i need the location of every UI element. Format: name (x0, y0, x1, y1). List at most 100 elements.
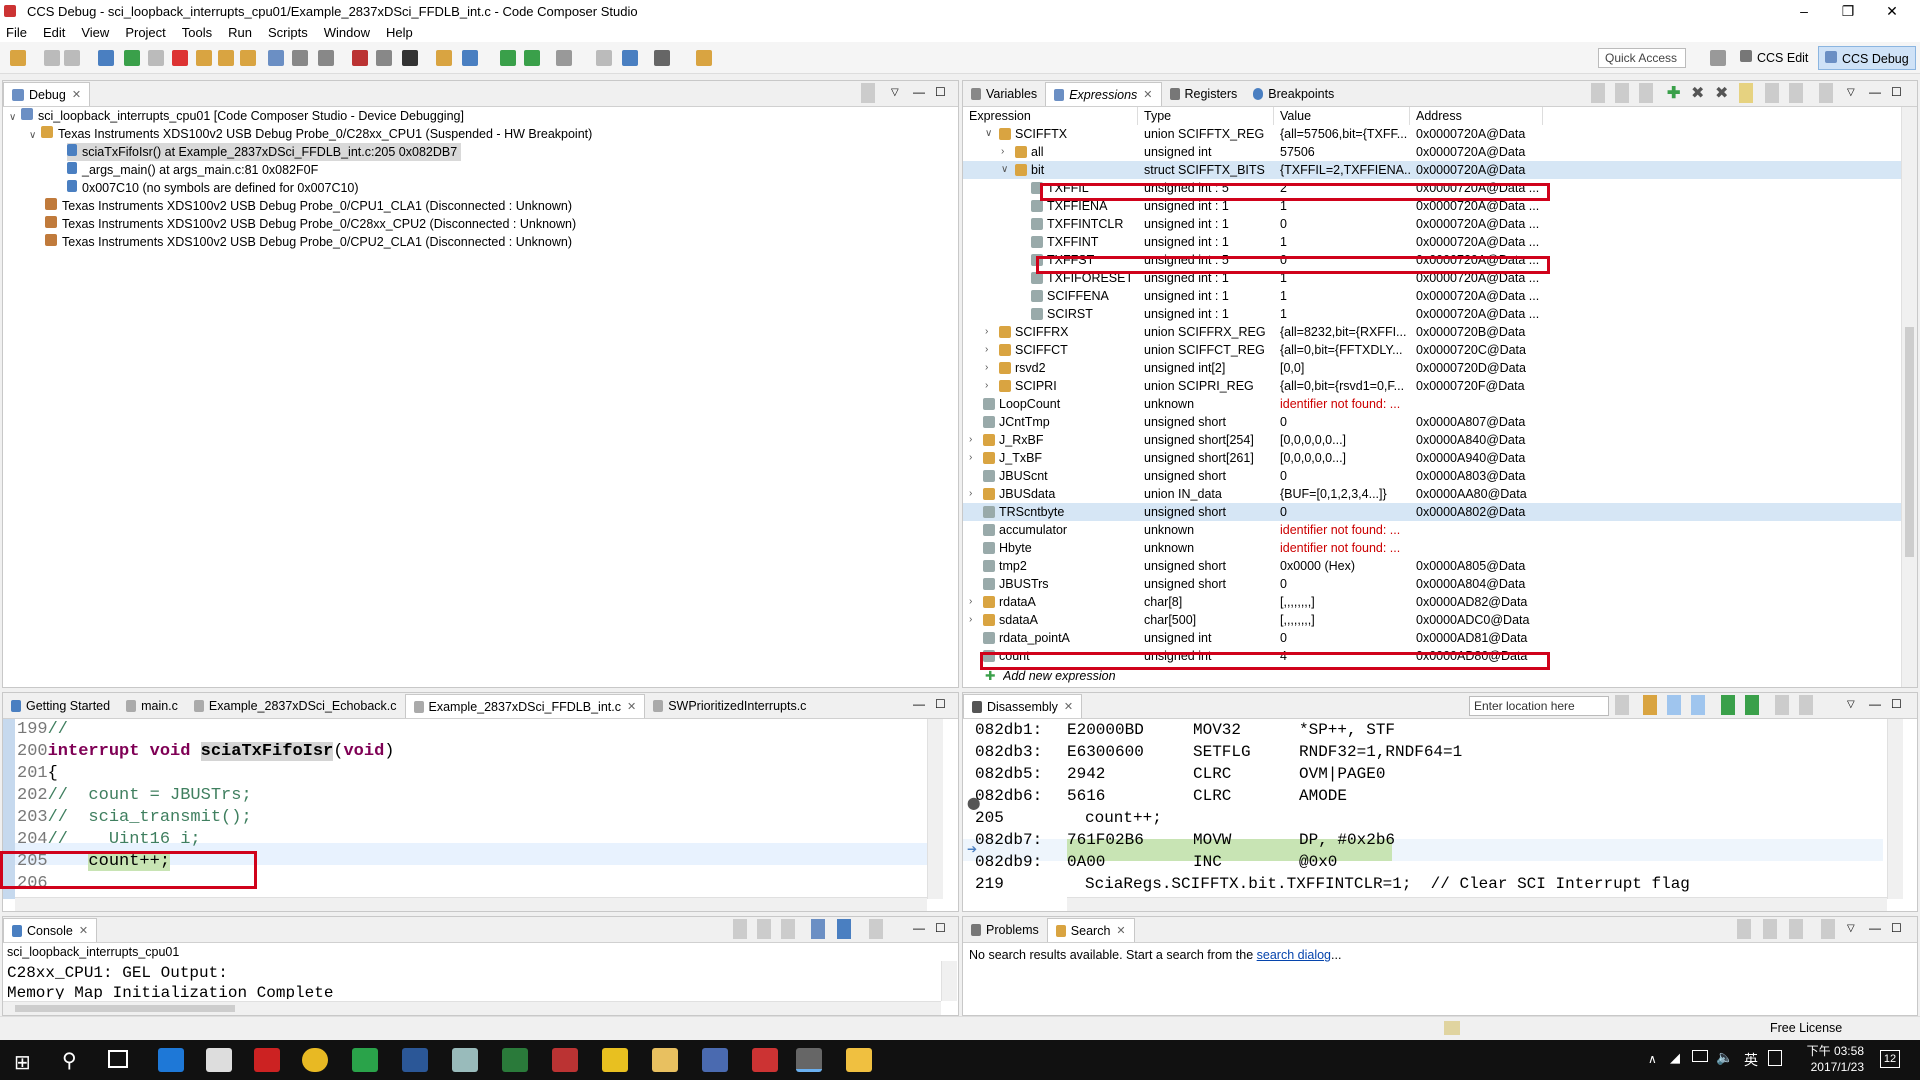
app-icon[interactable] (552, 1048, 578, 1072)
step-icon[interactable] (1721, 695, 1735, 715)
chevron-right-icon[interactable]: › (985, 341, 997, 359)
app-icon[interactable] (752, 1048, 778, 1072)
perspective-ccs-edit[interactable]: CCS Edit (1740, 48, 1808, 68)
open-console-icon[interactable] (869, 919, 883, 939)
save-icon[interactable] (44, 50, 60, 66)
console-output[interactable]: C28xx_CPU1: GEL Output: Memory Map Initi… (7, 963, 943, 999)
menu-view[interactable]: View (81, 25, 109, 40)
close-icon[interactable]: ✕ (1064, 700, 1073, 713)
location-input[interactable]: Enter location here (1469, 696, 1609, 716)
tab-variables[interactable]: Variables (963, 82, 1045, 106)
cancel-search-icon[interactable] (1763, 919, 1777, 939)
remove-breakpoints-icon[interactable] (376, 50, 392, 66)
column-header-type[interactable]: Type (1138, 107, 1274, 125)
view-menu-icon[interactable]: ▽ (1847, 699, 1861, 719)
close-button[interactable]: ✕ (1872, 0, 1912, 22)
chevron-right-icon[interactable]: › (985, 359, 997, 377)
disassembly-hscrollbar[interactable] (1067, 897, 1887, 911)
chevron-down-icon[interactable]: ∨ (29, 127, 41, 145)
expression-row[interactable]: TXFFINT unsigned int : 1 1 0x0000720A@Data … (963, 233, 1917, 251)
menu-run[interactable]: Run (228, 25, 252, 40)
windows-start-icon[interactable]: ⊞ (14, 1050, 31, 1075)
collapse-all-icon[interactable] (1591, 83, 1605, 103)
expression-row[interactable]: tmp2 unsigned short 0x0000 (Hex) 0x0000A805… (963, 557, 1917, 575)
pen-icon[interactable] (696, 50, 712, 66)
assembly-step-icon[interactable] (524, 50, 540, 66)
close-icon[interactable]: ✕ (627, 700, 636, 713)
tree-item-project[interactable]: ∨ sci_loopback_interrupts_cpu01 [Code Com… (9, 107, 464, 125)
remove-all-icon[interactable]: ✖ (1715, 83, 1729, 103)
chevron-right-icon[interactable]: › (969, 485, 981, 503)
expression-row[interactable]: › SCIPRI union SCIPRI_REG {all=0,bit={rsvd1… (963, 377, 1917, 395)
task-view-icon[interactable] (108, 1050, 128, 1068)
expression-row[interactable]: SCIFFENA unsigned int : 1 1 0x0000720A@Data… (963, 287, 1917, 305)
expressions-scrollbar[interactable] (1901, 107, 1917, 687)
run-to-line-icon[interactable] (500, 50, 516, 66)
file-explorer-icon[interactable] (652, 1048, 678, 1072)
tab-breakpoints[interactable]: Breakpoints (1245, 82, 1342, 106)
tab-console[interactable]: Console ✕ (3, 918, 98, 942)
debug-config-icon[interactable] (654, 50, 670, 66)
expression-row[interactable]: JBUSTrs unsigned short 0 0x0000A804@Data (963, 575, 1917, 593)
breakpoint-icon[interactable] (352, 50, 368, 66)
notification-center-icon[interactable]: 12 (1880, 1050, 1900, 1068)
word-icon[interactable] (402, 1048, 428, 1072)
search-history-icon[interactable] (1789, 919, 1803, 939)
battery-icon[interactable] (1692, 1050, 1708, 1062)
display-console-icon[interactable] (837, 919, 851, 939)
close-icon[interactable]: ✕ (1116, 924, 1125, 937)
clock[interactable]: 下午 03:58 2017/1/23 (1800, 1043, 1864, 1075)
menu-scripts[interactable]: Scripts (268, 25, 308, 40)
column-header-expression[interactable]: Expression (963, 107, 1138, 125)
view-menu-icon[interactable]: ▽ (1847, 87, 1861, 107)
hammer-icon[interactable] (556, 50, 572, 66)
menu-edit[interactable]: Edit (43, 25, 65, 40)
maximize-button[interactable]: ❐ (1828, 0, 1868, 22)
tree-item-frame-isr[interactable]: sciaTxFifoIsr() at Example_2837xDSci_FFD… (67, 143, 462, 161)
tree-item-frame-addr[interactable]: 0x007C10 (no symbols are defined for 0x0… (67, 179, 359, 197)
store-icon[interactable] (206, 1048, 232, 1072)
pin-icon[interactable] (1789, 83, 1803, 103)
app-icon[interactable] (702, 1048, 728, 1072)
tab-swprioritized-c[interactable]: SWPrioritizedInterrupts.c (645, 694, 814, 718)
refresh-search-icon[interactable] (1737, 919, 1751, 939)
expression-row[interactable]: › SCIFFRX union SCIFFRX_REG {all=8232,bit={… (963, 323, 1917, 341)
link-with-pc-icon[interactable] (1667, 695, 1681, 715)
expression-row[interactable]: ∨ SCIFFTX union SCIFFTX_REG {all=57506,bit=… (963, 125, 1917, 143)
tray-chevron-icon[interactable]: ∧ (1648, 1052, 1657, 1066)
expression-row[interactable]: › J_RxBF unsigned short[254] [0,0,0,0,0...]… (963, 431, 1917, 449)
minimize-view-icon[interactable]: — (1869, 921, 1883, 941)
quick-access-input[interactable]: Quick Access (1598, 48, 1686, 68)
build-status-icon[interactable] (1444, 1021, 1460, 1035)
expression-row[interactable]: › rsvd2 unsigned int[2] [0,0] 0x0000720D@Dat… (963, 359, 1917, 377)
tab-search[interactable]: Search ✕ (1046, 918, 1135, 942)
expand-icon[interactable] (1615, 83, 1629, 103)
new-view-icon[interactable] (1775, 695, 1789, 715)
chevron-right-icon[interactable]: › (969, 611, 981, 629)
volume-icon[interactable]: 🔈 (1716, 1049, 1733, 1066)
chevron-right-icon[interactable]: › (985, 323, 997, 341)
tab-getting-started[interactable]: Getting Started (3, 694, 118, 718)
chevron-right-icon[interactable]: › (1001, 143, 1013, 161)
instruction-step-icon[interactable] (268, 50, 284, 66)
expression-row[interactable]: › rdataA char[8] [,,,,,,,,] 0x0000AD82@Data (963, 593, 1917, 611)
chevron-right-icon[interactable]: › (969, 431, 981, 449)
expression-row[interactable]: › sdataA char[500] [,,,,,,,,] 0x0000ADC0@Dat… (963, 611, 1917, 629)
minimize-view-icon[interactable]: — (1869, 85, 1883, 105)
view-menu-icon[interactable]: ▽ (891, 87, 905, 107)
search-icon[interactable]: ⚲ (62, 1048, 77, 1073)
remove-terminated-icon[interactable] (861, 83, 875, 103)
expression-row[interactable]: Hbyte unknown identifier not found: ... (963, 539, 1917, 557)
load-program-icon[interactable] (402, 50, 418, 66)
sticky-notes-icon[interactable] (846, 1048, 872, 1072)
save-all-icon[interactable] (64, 50, 80, 66)
menu-help[interactable]: Help (386, 25, 413, 40)
expression-row[interactable]: SCIRST unsigned int : 1 1 0x0000720A@Data .… (963, 305, 1917, 323)
tab-expressions[interactable]: Expressions ✕ (1045, 82, 1162, 106)
maximize-view-icon[interactable]: ☐ (1891, 697, 1905, 717)
minimize-view-icon[interactable]: — (913, 921, 927, 941)
new-view-icon[interactable] (1765, 83, 1779, 103)
column-header-value[interactable]: Value (1274, 107, 1410, 125)
refresh-icon[interactable] (1739, 83, 1753, 103)
network-icon[interactable]: ◢ (1670, 1050, 1680, 1066)
